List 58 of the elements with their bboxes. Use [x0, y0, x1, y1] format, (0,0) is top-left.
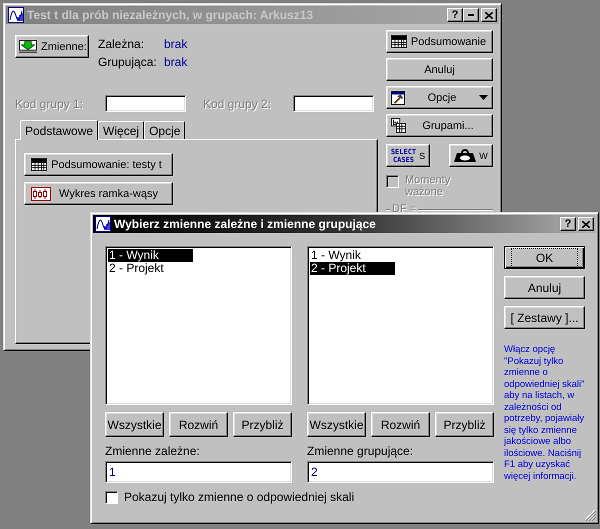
button[interactable]: [ Zestawy ]... — [504, 306, 585, 329]
checkbox-label: Pokazuj tylko zmienne o odpowiedniej skali — [124, 490, 354, 504]
button[interactable]: OK — [504, 246, 585, 269]
download-arrow-icon — [19, 40, 37, 53]
list-box[interactable]: 1 - Wynik 2 - Projekt — [105, 246, 292, 405]
minimize-icon — [468, 14, 474, 16]
field-label: Grupująca: — [98, 55, 158, 69]
field-label: Zależna: — [98, 37, 146, 51]
tab[interactable]: Opcje — [144, 121, 186, 139]
group-label: DF = — [392, 203, 416, 215]
button[interactable]: Rozwiń — [371, 412, 430, 437]
list-box[interactable]: 1 - Wynik 2 - Projekt — [307, 246, 494, 405]
button[interactable]: Rozwiń — [169, 412, 228, 437]
hammer-icon — [391, 90, 405, 104]
weight-icon — [454, 148, 476, 162]
button[interactable]: Wszystkie — [105, 412, 164, 437]
list-item[interactable]: 1 - Wynik — [310, 249, 395, 262]
button[interactable]: Przybliż — [233, 412, 292, 437]
input-field[interactable]: 1 — [105, 461, 292, 483]
toolbar-button[interactable]: Podsumowanie: testy t — [24, 153, 173, 176]
tab[interactable]: Więcej — [98, 121, 144, 139]
dropdown-button[interactable]: Opcje — [386, 86, 493, 109]
field-label: Kod grupy 2: — [203, 96, 272, 110]
list-item[interactable]: 1 - Wynik — [108, 249, 193, 262]
button[interactable]: Anuluj — [386, 58, 493, 81]
close-icon — [582, 220, 590, 228]
button[interactable]: Wszystkie — [307, 412, 366, 437]
chart-icon — [8, 7, 24, 23]
close-icon — [485, 12, 493, 18]
box-plot-icon — [31, 186, 51, 200]
field-label: Zmienne zależne: — [105, 444, 201, 458]
field-value: brak — [164, 37, 188, 51]
field-value: brak — [164, 55, 188, 69]
checkbox[interactable] — [105, 491, 118, 504]
hint-text: Włącz opcję "Pokazuj tylko zmienne o odpowiedniej skali" aby na listach, w zależności od potrzeby, pojawiały się tylko zmienne jakościowe albo ilościowe. Naciśnij F1 aby uzyskać więcej informacji. — [504, 344, 586, 482]
caret-icon — [479, 95, 488, 100]
button[interactable]: Anuluj — [504, 276, 585, 299]
field-label: Kod grupy 1: — [15, 96, 84, 110]
list-item[interactable]: 2 - Projekt — [310, 262, 395, 275]
window-title: Wybierz zmienne zależne i zmienne grupujące — [114, 217, 377, 231]
field-label: Zmienne grupujące: — [307, 444, 414, 458]
variables-button[interactable]: Zmienne: — [15, 35, 89, 58]
list-item[interactable]: 2 - Projekt — [108, 262, 193, 275]
input-field[interactable]: 2 — [307, 461, 494, 483]
help-button[interactable]: ? — [560, 217, 576, 231]
resize-grip-icon[interactable] — [584, 509, 596, 521]
button[interactable]: Grupami... — [386, 114, 493, 137]
button[interactable]: Przybliż — [435, 412, 494, 437]
button[interactable]: Podsumowanie — [386, 30, 493, 53]
button[interactable]: W — [449, 144, 493, 167]
tab[interactable]: Podstawowe — [20, 120, 98, 140]
chart-icon — [95, 216, 111, 232]
table-icon — [31, 158, 47, 171]
close-button[interactable] — [578, 217, 594, 231]
checkbox-label: Momenty ważone — [405, 174, 452, 198]
toolbar-button[interactable]: Wykres ramka-wąsy — [24, 182, 173, 205]
table-icon — [391, 35, 407, 48]
grid-icon — [391, 118, 406, 133]
